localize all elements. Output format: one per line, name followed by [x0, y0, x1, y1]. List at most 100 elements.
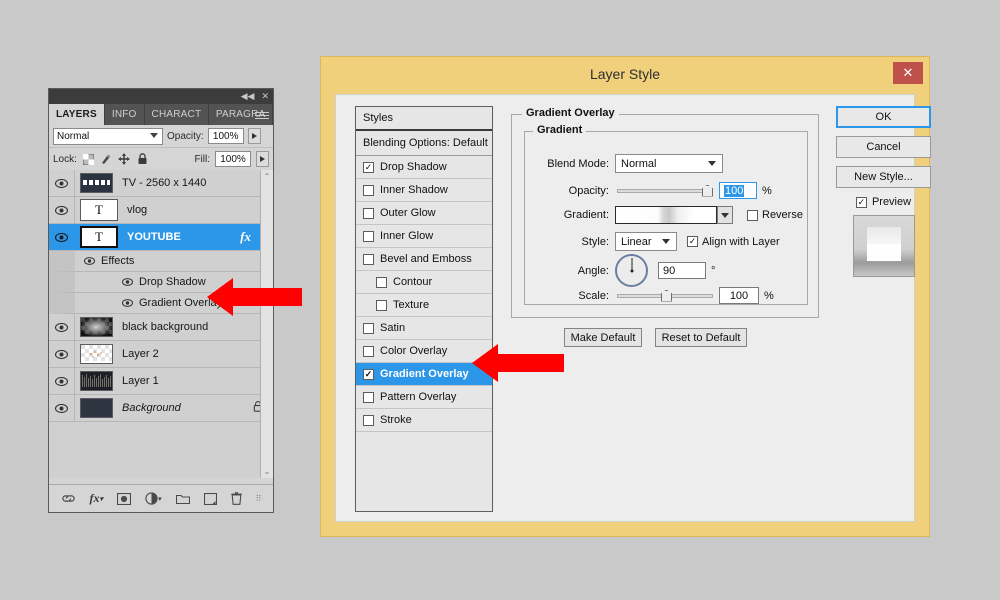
checkbox-color-overlay[interactable] — [363, 345, 374, 357]
mask-icon[interactable] — [117, 492, 132, 505]
table-row[interactable]: Layer 1 — [49, 368, 273, 395]
blending-options-item[interactable]: Blending Options: Default — [356, 131, 492, 156]
checkbox-outer-glow[interactable] — [363, 207, 374, 219]
style-item-inner-shadow[interactable]: Inner Shadow — [356, 179, 492, 202]
lock-image-pixels-icon[interactable] — [100, 153, 113, 166]
blend-mode-select[interactable]: Normal — [53, 127, 163, 145]
lock-all-icon[interactable] — [136, 153, 149, 166]
lock-position-icon[interactable] — [118, 153, 131, 166]
style-item-stroke[interactable]: Stroke — [356, 409, 492, 432]
style-item-satin[interactable]: Satin — [356, 317, 492, 340]
scale-slider-knob[interactable] — [661, 289, 672, 302]
visibility-toggle[interactable] — [49, 224, 75, 250]
table-row[interactable]: Layer 2 — [49, 341, 273, 368]
checkbox-drop-shadow[interactable]: ✓ — [363, 161, 374, 173]
checkbox-inner-glow[interactable] — [363, 230, 374, 242]
visibility-toggle[interactable] — [81, 257, 97, 265]
style-item-drop-shadow[interactable]: ✓ Drop Shadow — [356, 156, 492, 179]
layer-thumbnail — [80, 344, 113, 364]
table-row[interactable]: T vlog — [49, 197, 273, 224]
checkbox-pattern-overlay[interactable] — [363, 391, 374, 403]
checkbox-preview[interactable]: ✓ — [855, 196, 867, 208]
fx-icon[interactable]: fx ▾ — [90, 491, 104, 506]
checkbox-gradient-overlay[interactable]: ✓ — [363, 368, 374, 380]
new-style-button[interactable]: New Style... — [836, 166, 931, 188]
checkbox-reverse[interactable] — [747, 209, 758, 221]
table-row[interactable]: TV - 2560 x 1440 — [49, 170, 273, 197]
blend-mode-row: Normal Opacity: 100% — [49, 125, 273, 148]
blend-mode-select[interactable]: Normal — [615, 154, 723, 173]
panel-menu-icon[interactable] — [255, 109, 269, 120]
visibility-toggle[interactable] — [49, 395, 75, 421]
table-row[interactable]: T YOUTUBE fx ▲ — [49, 224, 273, 251]
style-item-contour[interactable]: Contour — [356, 271, 492, 294]
ok-button[interactable]: OK — [836, 106, 931, 128]
opacity-input[interactable]: 100 — [719, 182, 757, 199]
close-icon[interactable]: ✕ — [893, 62, 923, 84]
tab-info[interactable]: INFO — [105, 104, 145, 125]
checkbox-texture[interactable] — [376, 299, 387, 311]
layer-thumbnail — [80, 398, 113, 418]
checkbox-align-with-layer[interactable]: ✓ — [687, 236, 698, 247]
checkbox-satin[interactable] — [363, 322, 374, 334]
cancel-button[interactable]: Cancel — [836, 136, 931, 158]
checkbox-stroke[interactable] — [363, 414, 374, 426]
adjustment-icon[interactable]: ▾ — [145, 492, 162, 505]
scale-input[interactable]: 100 — [719, 287, 759, 304]
opacity-input[interactable]: 100% — [207, 128, 244, 144]
opacity-slider-knob[interactable] — [702, 184, 713, 197]
visibility-toggle[interactable] — [49, 368, 75, 394]
table-row[interactable]: Background — [49, 395, 273, 422]
visibility-toggle[interactable] — [97, 299, 135, 307]
make-default-button[interactable]: Make Default — [564, 328, 642, 347]
close-icon[interactable]: ✕ — [261, 92, 269, 101]
checkbox-contour[interactable] — [376, 276, 387, 288]
opacity-label: Opacity: — [167, 130, 204, 142]
resize-grip-icon[interactable]: ⠿ — [256, 494, 262, 503]
lock-transparent-pixels-icon[interactable] — [82, 153, 95, 166]
style-select[interactable]: Linear — [615, 232, 677, 251]
group-title: Gradient Overlay — [522, 107, 619, 119]
checkbox-inner-shadow[interactable] — [363, 184, 374, 196]
gradient-preview[interactable] — [615, 206, 717, 224]
chevron-down-icon — [150, 132, 158, 138]
tab-character-label: CHARACT — [151, 109, 202, 120]
table-row[interactable]: black background — [49, 314, 273, 341]
reset-to-default-button[interactable]: Reset to Default — [655, 328, 747, 347]
style-item-texture[interactable]: Texture — [356, 294, 492, 317]
tab-character[interactable]: CHARACT — [145, 104, 209, 125]
fx-icon[interactable]: fx — [240, 229, 251, 245]
visibility-toggle[interactable] — [49, 341, 75, 367]
new-layer-icon[interactable] — [203, 492, 217, 505]
link-icon[interactable] — [61, 494, 76, 503]
list-item[interactable]: Effects — [49, 251, 273, 272]
style-item-pattern-overlay[interactable]: Pattern Overlay — [356, 386, 492, 409]
scroll-down-icon[interactable]: ⌄ — [261, 465, 273, 478]
opacity-stepper[interactable] — [247, 128, 261, 144]
layers-scrollbar[interactable]: ⌃ ⌄ — [260, 170, 273, 478]
collapse-icon[interactable]: ◀◀ — [241, 92, 255, 101]
styles-list-header[interactable]: Styles — [356, 107, 492, 131]
style-item-inner-glow[interactable]: Inner Glow — [356, 225, 492, 248]
opacity-slider[interactable] — [617, 184, 713, 198]
checkbox-bevel-and-emboss[interactable] — [363, 253, 374, 265]
angle-dial[interactable] — [615, 254, 648, 287]
layer-name: TV - 2560 x 1440 — [122, 177, 207, 189]
tab-layers[interactable]: LAYERS — [49, 104, 105, 125]
style-item-outer-glow[interactable]: Outer Glow — [356, 202, 492, 225]
visibility-toggle[interactable] — [49, 170, 75, 196]
gradient-picker-button[interactable] — [717, 206, 733, 224]
group-icon[interactable] — [175, 493, 190, 504]
layer-thumbnail — [80, 317, 113, 337]
style-value: Linear — [621, 235, 652, 248]
visibility-toggle[interactable] — [49, 197, 75, 223]
fill-stepper[interactable] — [256, 151, 269, 167]
visibility-toggle[interactable] — [49, 314, 75, 340]
angle-input[interactable]: 90 — [658, 262, 706, 279]
scale-slider[interactable] — [617, 289, 713, 303]
fill-input[interactable]: 100% — [215, 151, 251, 167]
style-item-bevel-and-emboss[interactable]: Bevel and Emboss — [356, 248, 492, 271]
delete-icon[interactable] — [230, 492, 242, 505]
scroll-up-icon[interactable]: ⌃ — [261, 170, 273, 183]
visibility-toggle[interactable] — [97, 278, 135, 286]
